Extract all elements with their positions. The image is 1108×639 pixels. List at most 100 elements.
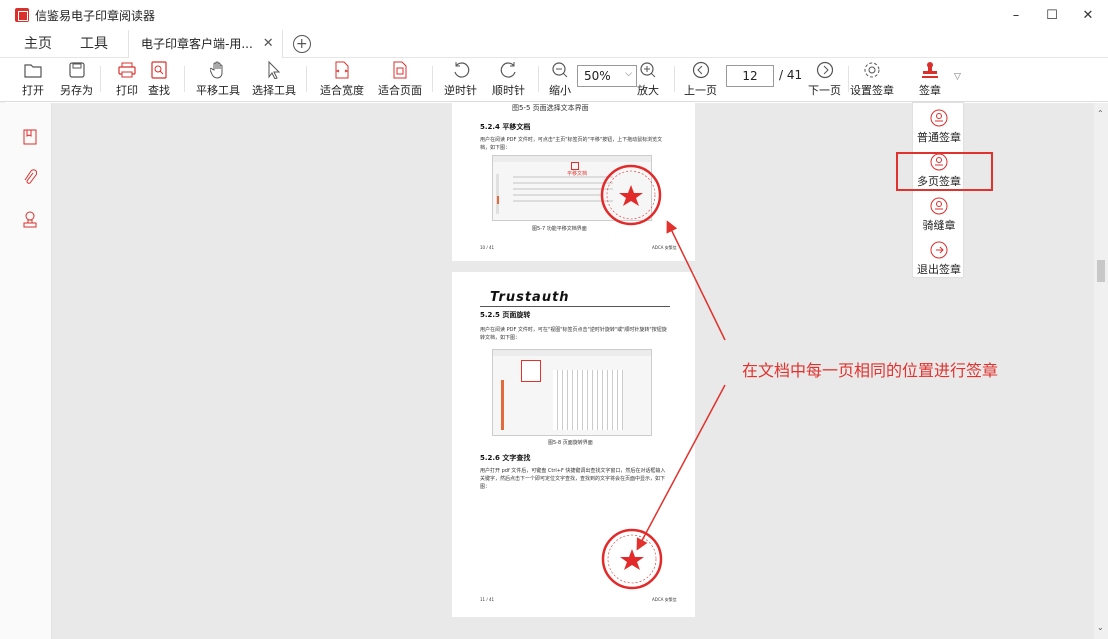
next-page-button[interactable]: 下一页 — [808, 60, 841, 98]
toolbar-divider — [674, 66, 675, 92]
save-as-button[interactable]: 另存为 — [60, 60, 93, 98]
print-button[interactable]: 打印 — [116, 60, 138, 98]
open-button[interactable]: 打开 — [22, 60, 44, 98]
select-tool-label: 选择工具 — [252, 84, 296, 97]
fit-page-label: 适合页面 — [378, 84, 422, 97]
page-body-text: 用户在阅读 PDF 文件时，可点击"主页"标签页的"平移"按钮，上下拖动鼠标浏览… — [480, 137, 663, 151]
section-heading: 5.2.4 平移文档 — [480, 123, 531, 131]
tab-document-label: 电子印章客户端-用... — [141, 37, 253, 51]
bookmark-icon[interactable] — [22, 128, 38, 146]
scrollbar-thumb[interactable] — [1097, 260, 1105, 282]
select-tool-button[interactable]: 选择工具 — [252, 60, 296, 98]
toolbar-divider — [538, 66, 539, 92]
highlight-box — [896, 152, 993, 191]
sign-label: 签章 — [919, 84, 941, 97]
chevron-left-icon — [692, 60, 710, 80]
rotate-cw-button[interactable]: 顺时针 — [492, 60, 525, 98]
toolbar-divider — [100, 66, 101, 92]
section-heading: 5.2.5 页面旋转 — [480, 311, 531, 319]
zoom-out-icon — [551, 60, 569, 80]
menu-item-label: 骑缝章 — [922, 219, 956, 232]
fit-width-button[interactable]: 适合宽度 — [320, 60, 364, 98]
app-title: 信鉴易电子印章阅读器 — [35, 8, 156, 23]
menu-item-exit-sign[interactable]: 退出签章 — [913, 241, 965, 277]
zoom-out-label: 缩小 — [549, 84, 571, 97]
stamp-icon — [930, 109, 948, 127]
print-label: 打印 — [116, 84, 138, 97]
sign-settings-label: 设置签章 — [850, 84, 894, 97]
app-logo-icon — [15, 8, 29, 22]
gear-icon — [863, 60, 881, 80]
pan-tool-button[interactable]: 平移工具 — [196, 60, 240, 98]
toolbar: 打开 另存为 打印 查找 平移工具 选择工具 适合宽度 适合页面 逆时针 顺时针 — [0, 58, 1108, 102]
stamp-icon — [930, 197, 948, 215]
menu-item-normal-sign[interactable]: 普通签章 — [913, 109, 965, 145]
fit-width-icon — [335, 60, 349, 80]
maximize-button[interactable]: ☐ — [1034, 0, 1070, 30]
tab-home[interactable]: 主页 — [10, 30, 66, 58]
rotate-ccw-button[interactable]: 逆时针 — [444, 60, 477, 98]
figure-caption: 图5-7 功能平移文档界面 — [532, 226, 587, 232]
hand-icon — [210, 60, 226, 80]
stamp-icon — [921, 60, 939, 80]
zoom-in-icon — [639, 60, 657, 80]
seal-icon[interactable] — [22, 211, 38, 229]
sign-settings-button[interactable]: 设置签章 — [850, 60, 894, 98]
attachment-icon[interactable] — [22, 168, 38, 186]
zoom-value: 50% — [584, 69, 611, 83]
scroll-down-icon[interactable]: ⌄ — [1097, 623, 1104, 632]
tab-bar: 主页 工具 电子印章客户端-用... ✕ + — [0, 29, 1108, 58]
section-heading: 5.2.6 文字查找 — [480, 454, 531, 462]
fit-width-label: 适合宽度 — [320, 84, 364, 97]
scroll-up-icon[interactable]: ⌃ — [1097, 109, 1104, 118]
prev-page-button[interactable]: 上一页 — [684, 60, 717, 98]
tab-tools[interactable]: 工具 — [66, 30, 122, 58]
zoom-in-button[interactable]: 放大 — [637, 60, 659, 98]
zoom-select[interactable]: 50% ⌵ — [577, 65, 637, 87]
rotate-ccw-label: 逆时针 — [444, 84, 477, 97]
page-total: / 41 — [779, 68, 803, 82]
sign-dropdown-icon[interactable]: ▽ — [954, 72, 961, 82]
zoom-in-label: 放大 — [637, 84, 659, 97]
add-tab-icon[interactable]: + — [292, 34, 311, 53]
pan-tool-label: 平移工具 — [196, 84, 240, 97]
find-button[interactable]: 查找 — [148, 60, 170, 98]
figure-label: 平移文档 — [567, 171, 588, 177]
minimize-button[interactable]: – — [998, 0, 1034, 30]
annotation-text: 在文档中每一页相同的位置进行签章 — [742, 361, 999, 380]
toolbar-divider — [306, 66, 307, 92]
prev-page-label: 上一页 — [684, 84, 717, 97]
rotate-left-icon — [452, 60, 470, 80]
vertical-scrollbar[interactable]: ⌃ ⌄ — [1094, 103, 1108, 639]
page-footer-right: ADCA 安策信 — [652, 597, 677, 602]
close-window-button[interactable]: ✕ — [1070, 0, 1106, 30]
tab-document[interactable]: 电子印章客户端-用... ✕ — [128, 29, 283, 58]
cursor-icon — [267, 60, 281, 80]
menu-item-label: 普通签章 — [917, 131, 961, 144]
menu-item-seam-seal[interactable]: 骑缝章 — [913, 197, 965, 233]
page-footer-left: 11 / 41 — [480, 597, 495, 602]
fit-page-button[interactable]: 适合页面 — [378, 60, 422, 98]
sign-button[interactable]: 签章 — [919, 60, 941, 98]
zoom-out-button[interactable]: 缩小 — [549, 60, 571, 98]
rotate-cw-label: 顺时针 — [492, 84, 525, 97]
toolbar-divider — [432, 66, 433, 92]
tab-close-icon[interactable]: ✕ — [263, 36, 274, 51]
rotate-right-icon — [500, 60, 518, 80]
page-number-input[interactable]: 12 — [726, 65, 774, 87]
figure-caption: 图5-8 页面旋转界面 — [548, 440, 593, 446]
menu-item-label: 退出签章 — [917, 263, 961, 276]
page-footer-left: 10 / 41 — [480, 245, 495, 250]
open-label: 打开 — [22, 84, 44, 97]
exit-icon — [930, 241, 948, 259]
find-icon — [151, 60, 167, 80]
chevron-right-icon — [816, 60, 834, 80]
title-bar: 信鉴易电子印章阅读器 – ☐ ✕ — [0, 0, 1108, 30]
toolbar-divider — [848, 66, 849, 92]
find-label: 查找 — [148, 84, 170, 97]
printer-icon — [118, 60, 136, 80]
trustauth-logo: Trustauth — [490, 290, 570, 305]
save-icon — [68, 60, 85, 80]
toolbar-divider — [184, 66, 185, 92]
annotation-arrows — [636, 220, 726, 551]
